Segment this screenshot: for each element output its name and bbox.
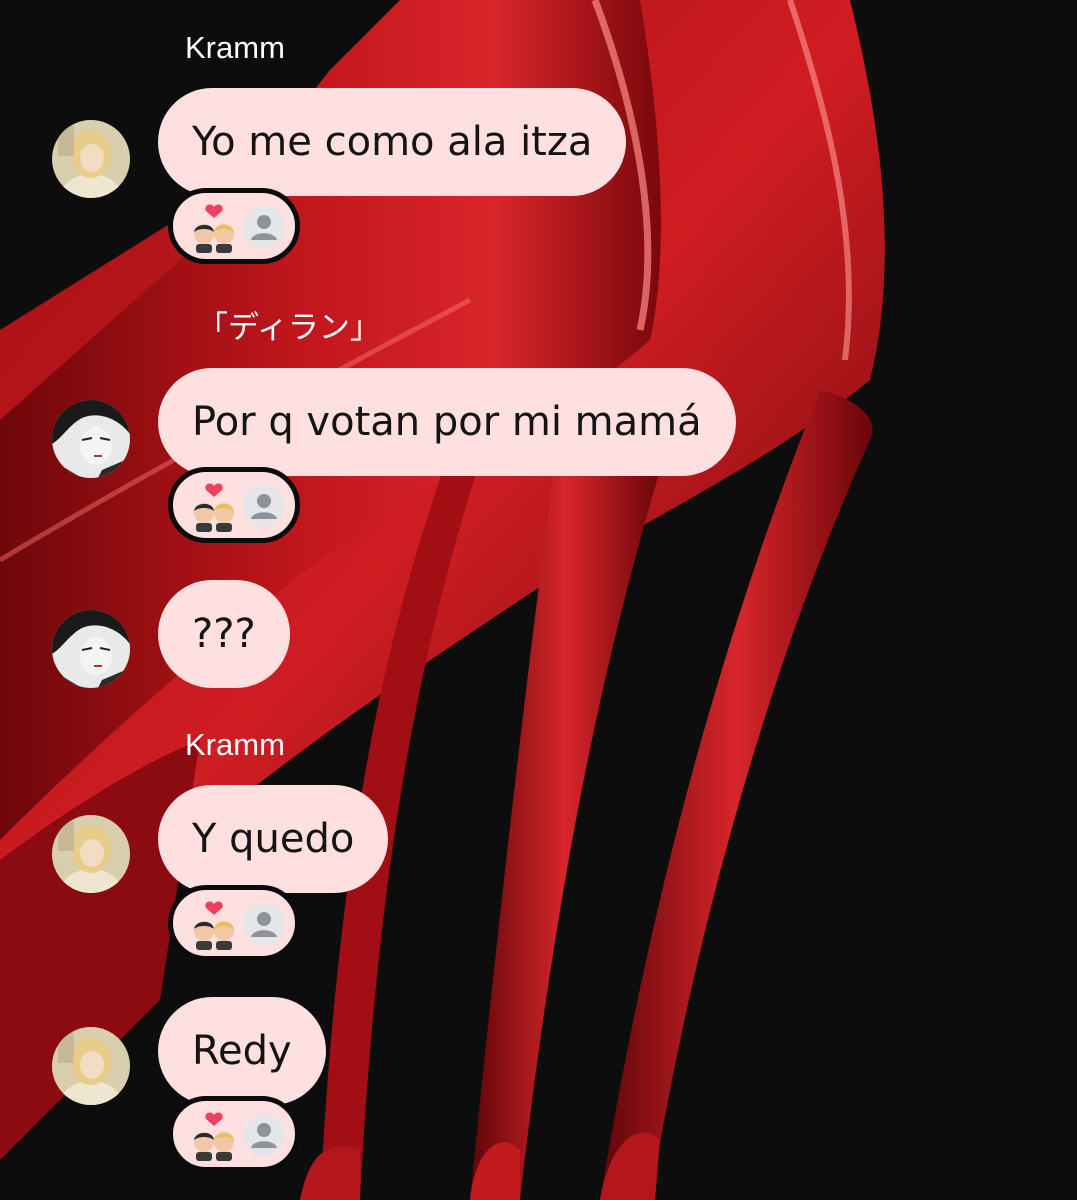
reactions-pill[interactable] (168, 188, 300, 264)
message-bubble[interactable]: Redy (158, 997, 326, 1105)
default-user-avatar-icon (243, 206, 285, 248)
message-bubble[interactable]: ??? (158, 580, 290, 688)
message-bubble[interactable]: Y quedo (158, 785, 389, 893)
reactions-pill[interactable] (168, 467, 300, 543)
sender-name: Kramm (185, 727, 285, 762)
manga-boy-avatar-icon (52, 400, 130, 478)
sender-name: 「ディラン」 (197, 310, 381, 345)
manga-boy-avatar-icon (52, 610, 130, 688)
couple-kiss-emoji-icon (194, 204, 234, 253)
blonde-girl-avatar-icon (52, 815, 130, 893)
message-bubble[interactable]: Yo me como ala itza (158, 88, 627, 196)
message-bubble[interactable]: Por q votan por mi mamá (158, 368, 736, 476)
default-user-avatar-icon (243, 1114, 285, 1156)
blonde-girl-avatar-icon (52, 120, 130, 198)
sender-name: Kramm (185, 30, 285, 65)
default-user-avatar-icon (243, 903, 285, 945)
avatar[interactable] (52, 610, 130, 688)
avatar[interactable] (52, 815, 130, 893)
avatar[interactable] (52, 120, 130, 198)
avatar[interactable] (52, 1027, 130, 1105)
avatar[interactable] (52, 400, 130, 478)
reactions-pill[interactable] (168, 1096, 300, 1172)
blonde-girl-avatar-icon (52, 1027, 130, 1105)
reactions-pill[interactable] (168, 885, 300, 961)
default-user-avatar-icon (243, 485, 285, 527)
couple-kiss-emoji-icon (194, 483, 234, 532)
couple-kiss-emoji-icon (194, 901, 234, 950)
couple-kiss-emoji-icon (194, 1112, 234, 1161)
